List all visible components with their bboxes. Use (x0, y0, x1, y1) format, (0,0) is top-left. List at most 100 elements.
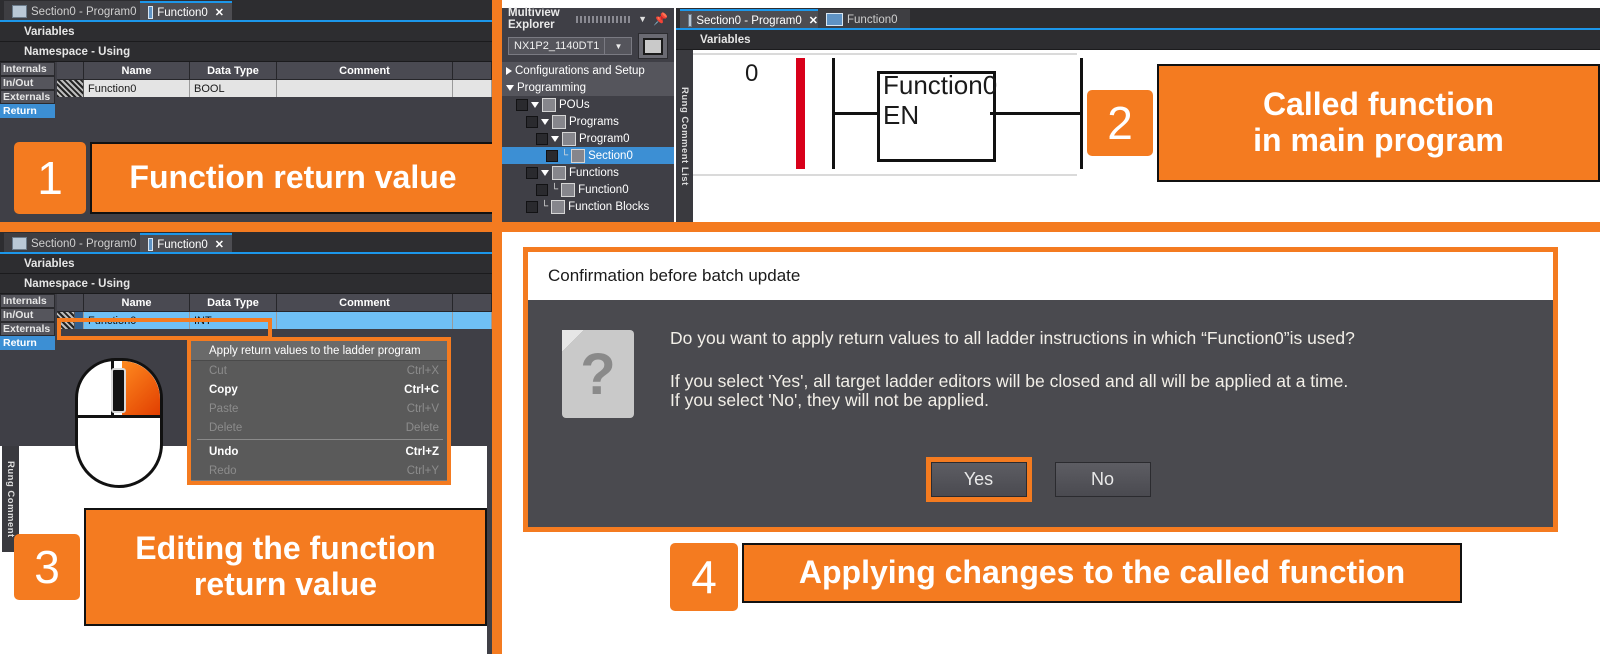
tree-item-label: Configurations and Setup (515, 64, 645, 77)
tree-item-pous[interactable]: POUs (502, 96, 674, 113)
scope-tab-inout[interactable]: In/Out (0, 308, 55, 322)
chevron-down-icon[interactable] (541, 169, 549, 176)
dialog-line3: If you select 'No', they will not be app… (670, 390, 989, 410)
table-row[interactable]: Function0 BOOL (57, 80, 492, 97)
tab-section0-program0[interactable]: Section0 - Program0 (4, 233, 154, 254)
chevron-down-icon[interactable] (541, 118, 549, 125)
cell-extra[interactable] (453, 80, 492, 97)
yes-button[interactable]: Yes (930, 461, 1027, 497)
cell-comment[interactable] (277, 80, 453, 97)
section-icon (12, 5, 27, 18)
tree-item-programs[interactable]: Programs (502, 113, 674, 130)
section-icon (12, 237, 27, 250)
callout-1: 1 Function return value (14, 142, 496, 214)
namespace-using-bar[interactable]: Namespace - Using (0, 42, 492, 62)
variable-grid: Name Data Type Comment Function0 BOOL (57, 62, 492, 141)
chevron-down-icon[interactable] (506, 84, 514, 91)
tab-function0[interactable]: Function0 ✕ (140, 1, 232, 22)
tree-item-program0[interactable]: Program0 (502, 130, 674, 147)
callout-2-line2: in main program (1253, 122, 1504, 158)
cell-extra[interactable] (453, 312, 492, 329)
right-click-mouse-illustration (75, 358, 163, 488)
tab-section0-program0-active[interactable]: Section0 - Program0 ✕ (680, 9, 826, 30)
chevron-down-icon[interactable]: ▼ (604, 38, 631, 54)
tree-item-functions[interactable]: Functions (502, 164, 674, 181)
tree-node-icon (562, 131, 576, 146)
tree-checkbox[interactable] (526, 200, 538, 213)
tab-label: Function0 (157, 6, 208, 19)
tree-checkbox[interactable] (516, 98, 528, 111)
close-icon[interactable]: ✕ (215, 6, 224, 19)
scope-tab-internals[interactable]: Internals (0, 294, 55, 308)
namespace-using-bar[interactable]: Namespace - Using (0, 274, 492, 294)
close-icon[interactable]: ✕ (215, 238, 224, 251)
variables-bar[interactable]: Variables (0, 22, 492, 42)
chevron-down-icon[interactable] (551, 135, 559, 142)
callout-2-number: 2 (1087, 90, 1153, 156)
yes-button-highlight: Yes (925, 456, 1032, 502)
tab-function0-inactive[interactable]: Function0 (818, 9, 910, 30)
callout-1-number: 1 (14, 142, 86, 214)
panel3-tabstrip: Section0 - Program0 Function0 ✕ (0, 232, 492, 254)
scope-tab-inout[interactable]: In/Out (0, 76, 55, 90)
variable-scope-tabs: Internals In/Out Externals Return (0, 62, 55, 118)
rail-label: Rung Comment List (679, 87, 690, 186)
rung-comment-list-rail[interactable]: Rung Comment List (676, 50, 693, 222)
scope-tab-internals[interactable]: Internals (0, 62, 55, 76)
tree-item-label: Programs (569, 115, 619, 128)
device-name: NX1P2_1140DT1 (514, 40, 600, 52)
tab-underline (0, 252, 492, 254)
cell-name[interactable]: Function0 (84, 80, 190, 97)
ladder-tabstrip: Section0 - Program0 ✕ Function0 (676, 8, 1600, 30)
mouse-button-divider (75, 415, 163, 419)
dialog-buttons: Yes No (528, 456, 1553, 502)
tree-checkbox[interactable] (526, 115, 538, 128)
col-comment: Comment (277, 62, 453, 79)
rung-top-separator (693, 53, 1077, 55)
tree-item-function-blocks[interactable]: └ Function Blocks (502, 198, 674, 215)
device-select[interactable]: NX1P2_1140DT1 ▼ (508, 37, 633, 55)
drag-grip[interactable] (576, 15, 633, 23)
layout-divider-horizontal (0, 222, 1600, 232)
instruction-name: Function0 (883, 70, 998, 100)
chevron-right-icon[interactable] (506, 66, 512, 75)
tab-function0[interactable]: Function0 ✕ (140, 233, 232, 254)
tree-checkbox[interactable] (536, 132, 548, 145)
chevron-down-icon[interactable]: ▼ (638, 14, 647, 24)
controller-chip-icon[interactable] (638, 33, 668, 59)
scope-tab-externals[interactable]: Externals (0, 322, 55, 336)
no-button[interactable]: No (1054, 461, 1151, 497)
rung-number: 0 (745, 60, 759, 87)
tree-item-configurations-and-setup[interactable]: Configurations and Setup (502, 62, 674, 79)
tree-checkbox[interactable] (526, 166, 538, 179)
tab-label: Section0 - Program0 (31, 237, 137, 250)
tree-checkbox[interactable] (536, 183, 548, 196)
cell-comment[interactable] (277, 312, 453, 329)
close-icon[interactable]: ✕ (809, 14, 818, 27)
tree-elbow: └ (551, 184, 559, 195)
tree-checkbox[interactable] (546, 149, 558, 162)
chevron-down-icon[interactable] (531, 101, 539, 108)
scope-tab-return[interactable]: Return (0, 104, 55, 118)
tree-item-programming[interactable]: Programming (502, 79, 674, 96)
function-io-icon (148, 238, 154, 251)
tree-node-icon (552, 114, 566, 129)
callout-3-line2: return value (193, 566, 378, 602)
tree-item-section0[interactable]: └ Section0 (502, 147, 674, 164)
tab-section0-program0[interactable]: Section0 - Program0 (4, 1, 154, 22)
variables-bar[interactable]: Variables (676, 30, 1600, 50)
tree-elbow: └ (541, 201, 549, 212)
device-selector-row: NX1P2_1140DT1 ▼ (502, 30, 674, 62)
scope-tab-return[interactable]: Return (0, 336, 55, 350)
tree-item-label: POUs (559, 98, 590, 111)
tree-item-label: Programming (517, 81, 587, 94)
callout-1-text: Function return value (90, 142, 496, 214)
col-name: Name (84, 62, 190, 79)
tree-item-function0[interactable]: └ Function0 (502, 181, 674, 198)
col-marker (57, 62, 84, 79)
cell-datatype[interactable]: BOOL (190, 80, 277, 97)
pin-icon[interactable]: 📌 (653, 12, 668, 26)
callout-3-number: 3 (14, 534, 80, 600)
scope-tab-externals[interactable]: Externals (0, 90, 55, 104)
variables-bar[interactable]: Variables (0, 254, 492, 274)
